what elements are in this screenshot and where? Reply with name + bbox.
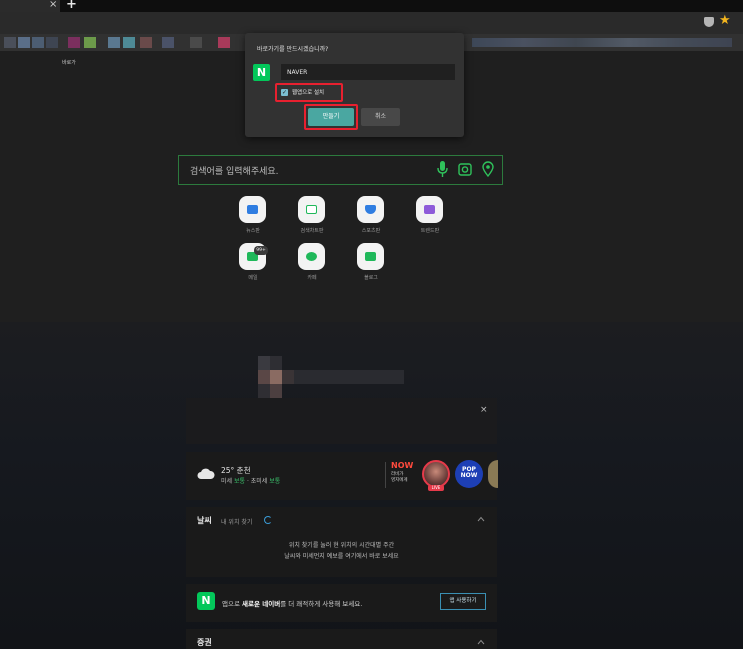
bookmark-item[interactable] [162,37,174,48]
promo-banner-card[interactable] [186,398,497,444]
webapp-checkbox-label[interactable]: 웹앱으로 설치 [292,88,324,96]
divider [385,462,386,488]
cancel-button[interactable]: 취소 [361,108,400,126]
refresh-icon[interactable] [264,516,272,524]
bookmark-item[interactable] [84,37,96,48]
weather-title: 날씨 [197,516,212,525]
shortcut-name-input[interactable] [281,64,455,80]
cafe-icon [306,252,317,261]
now-logo[interactable]: NOW [391,461,413,470]
create-button[interactable]: 만들기 [308,108,354,126]
webapp-checkbox[interactable]: ✓ [281,89,288,96]
bookmark-item[interactable] [123,37,135,48]
bookmark-item[interactable] [4,37,16,48]
stock-card [186,629,497,649]
search-placeholder[interactable]: 검색어를 입력해주세요. [190,164,279,177]
image-search-icon[interactable] [458,162,472,177]
naver-app-icon: N [197,592,215,610]
live-avatar[interactable] [422,460,450,488]
cloud-icon [197,468,215,479]
page-tiny-label: 바로가 [62,60,76,66]
bookmark-item[interactable] [218,37,230,48]
live-badge: LIVE [428,485,444,491]
dialog-title: 바로가기를 만드시겠습니까? [257,46,329,53]
new-tab-icon[interactable]: + [66,0,77,12]
shortcut-blog-label: 블로그 [364,275,378,281]
use-app-button[interactable]: 앱 사용하기 [440,593,486,610]
bookmark-star-icon[interactable]: ★ [719,13,731,29]
microphone-icon[interactable] [437,161,448,178]
chart-icon [306,205,317,214]
chevron-up-icon[interactable] [477,638,485,646]
bookmark-items-right[interactable] [472,38,732,47]
tab-close-icon[interactable]: × [49,0,57,11]
now-subtitle: 라비가 영지에게 [391,472,408,483]
shortcut-search-chart-label: 검색차트판 [300,228,324,234]
tab-strip [0,0,743,12]
naver-logo-icon: N [253,64,270,81]
address-toolbar [0,12,743,34]
mail-count-badge: 99+ [254,246,268,255]
temperature-location[interactable]: 25° 춘천 [221,465,250,476]
shortcut-trend-label: 트렌드판 [420,228,440,234]
bookmark-item[interactable] [32,37,44,48]
shortcut-sports-label: 스포츠판 [361,228,381,234]
chevron-up-icon[interactable] [477,515,485,523]
bookmark-item[interactable] [190,37,202,48]
location-pin-icon[interactable] [482,161,494,177]
bookmark-item[interactable] [18,37,30,48]
bookmark-item[interactable] [108,37,120,48]
browser-window: × + ★ 바로가 바로가기를 만드시겠습니까? N ✓ 웹앱으로 설치 만들기… [0,0,743,649]
dust-info: 미세 보통 · 초미세 보통 [221,478,281,485]
shield-extension-icon[interactable] [704,17,714,27]
bookmark-item[interactable] [68,37,80,48]
find-location-link[interactable]: 내 위치 찾기 [221,517,252,526]
trend-heart-icon [424,205,435,214]
bookmark-item[interactable] [46,37,58,48]
app-promo-text: 앱으로 새로운 네이버를 더 쾌적하게 사용해 보세요. [222,600,363,608]
shortcut-cafe-label: 카페 [307,275,317,281]
partial-avatar[interactable] [488,460,498,488]
shortcut-news-label: 뉴스판 [246,228,260,234]
pop-now-label: POP NOW [460,466,478,479]
blog-icon [365,252,376,261]
close-icon[interactable]: × [480,405,488,415]
stock-title: 증권 [197,638,212,647]
news-icon [247,205,258,214]
bookmark-item[interactable] [140,37,152,48]
weather-message-line1: 위치 찾기를 눌러 현 위치의 시간대별 주간 [288,542,395,549]
shortcut-mail-label: 메일 [248,275,258,281]
weather-message-line2: 날씨와 미세먼지 예보를 여기에서 바로 보세요 [284,553,399,560]
